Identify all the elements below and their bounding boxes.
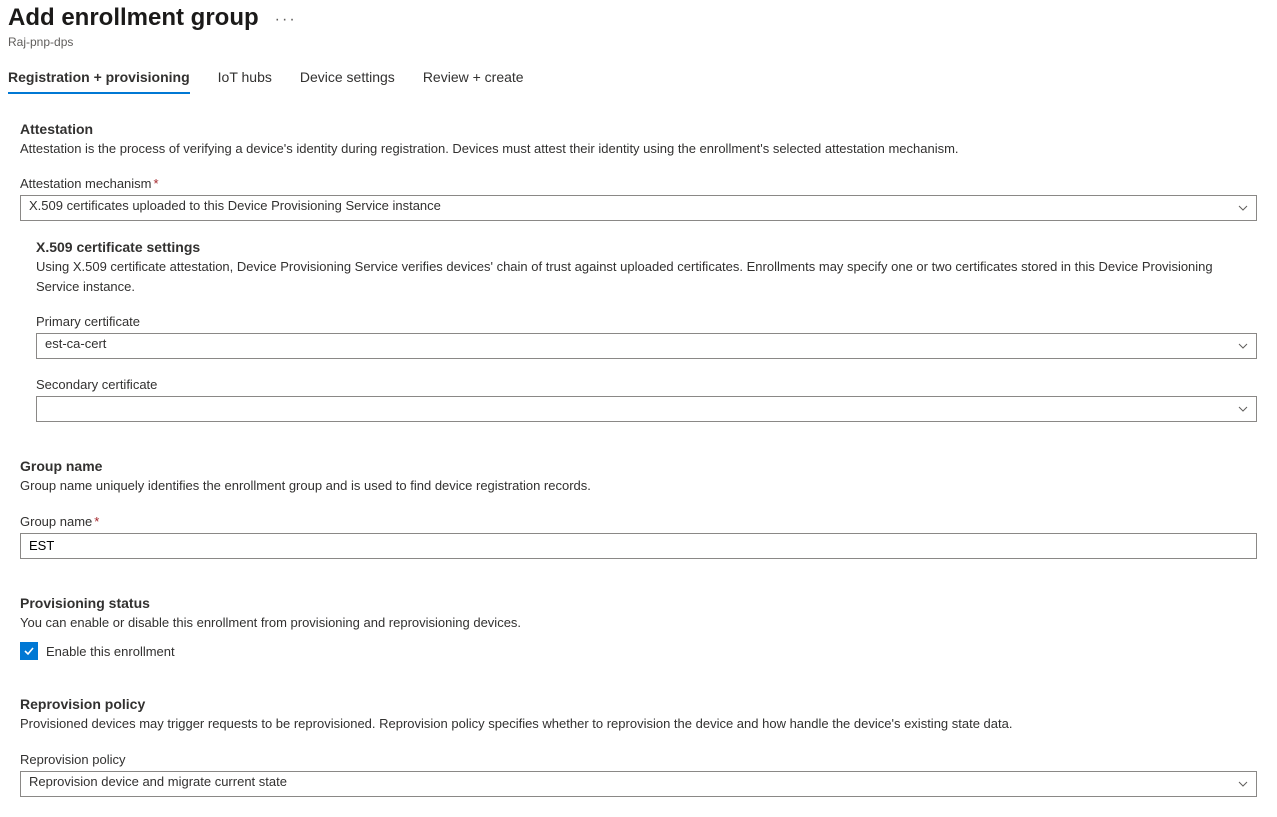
reprovision-policy-label: Reprovision policy [20, 752, 1257, 767]
x509-title: X.509 certificate settings [36, 239, 1257, 255]
primary-certificate-value: est-ca-cert [36, 333, 1257, 359]
page-title: Add enrollment group [8, 4, 259, 33]
reprovision-policy-desc: Provisioned devices may trigger requests… [20, 714, 1257, 734]
tab-iot-hubs[interactable]: IoT hubs [218, 69, 272, 93]
primary-certificate-label: Primary certificate [36, 314, 1257, 329]
x509-desc: Using X.509 certificate attestation, Dev… [36, 257, 1257, 296]
reprovision-policy-select[interactable]: Reprovision device and migrate current s… [20, 771, 1257, 797]
page-subtitle: Raj-pnp-dps [8, 35, 1269, 49]
reprovision-policy-title: Reprovision policy [20, 696, 1257, 712]
required-indicator: * [94, 514, 99, 529]
group-name-desc: Group name uniquely identifies the enrol… [20, 476, 1257, 496]
provisioning-status-desc: You can enable or disable this enrollmen… [20, 613, 1257, 633]
group-name-input[interactable] [20, 533, 1257, 559]
secondary-certificate-select[interactable] [36, 396, 1257, 422]
attestation-mechanism-label: Attestation mechanism* [20, 176, 1257, 191]
secondary-certificate-value [36, 396, 1257, 422]
tab-review-create[interactable]: Review + create [423, 69, 524, 93]
required-indicator: * [154, 176, 159, 191]
tab-bar: Registration + provisioning IoT hubs Dev… [8, 69, 1269, 93]
reprovision-policy-value: Reprovision device and migrate current s… [20, 771, 1257, 797]
tab-device-settings[interactable]: Device settings [300, 69, 395, 93]
provisioning-status-title: Provisioning status [20, 595, 1257, 611]
attestation-mechanism-select[interactable]: X.509 certificates uploaded to this Devi… [20, 195, 1257, 221]
group-name-label: Group name* [20, 514, 1257, 529]
secondary-certificate-label: Secondary certificate [36, 377, 1257, 392]
tab-registration-provisioning[interactable]: Registration + provisioning [8, 69, 190, 93]
primary-certificate-select[interactable]: est-ca-cert [36, 333, 1257, 359]
more-button[interactable]: ··· [275, 8, 297, 28]
attestation-mechanism-value: X.509 certificates uploaded to this Devi… [20, 195, 1257, 221]
enable-enrollment-label: Enable this enrollment [46, 644, 175, 659]
attestation-desc: Attestation is the process of verifying … [20, 139, 1257, 159]
attestation-title: Attestation [20, 121, 1257, 137]
group-name-title: Group name [20, 458, 1257, 474]
enable-enrollment-checkbox[interactable] [20, 642, 38, 660]
